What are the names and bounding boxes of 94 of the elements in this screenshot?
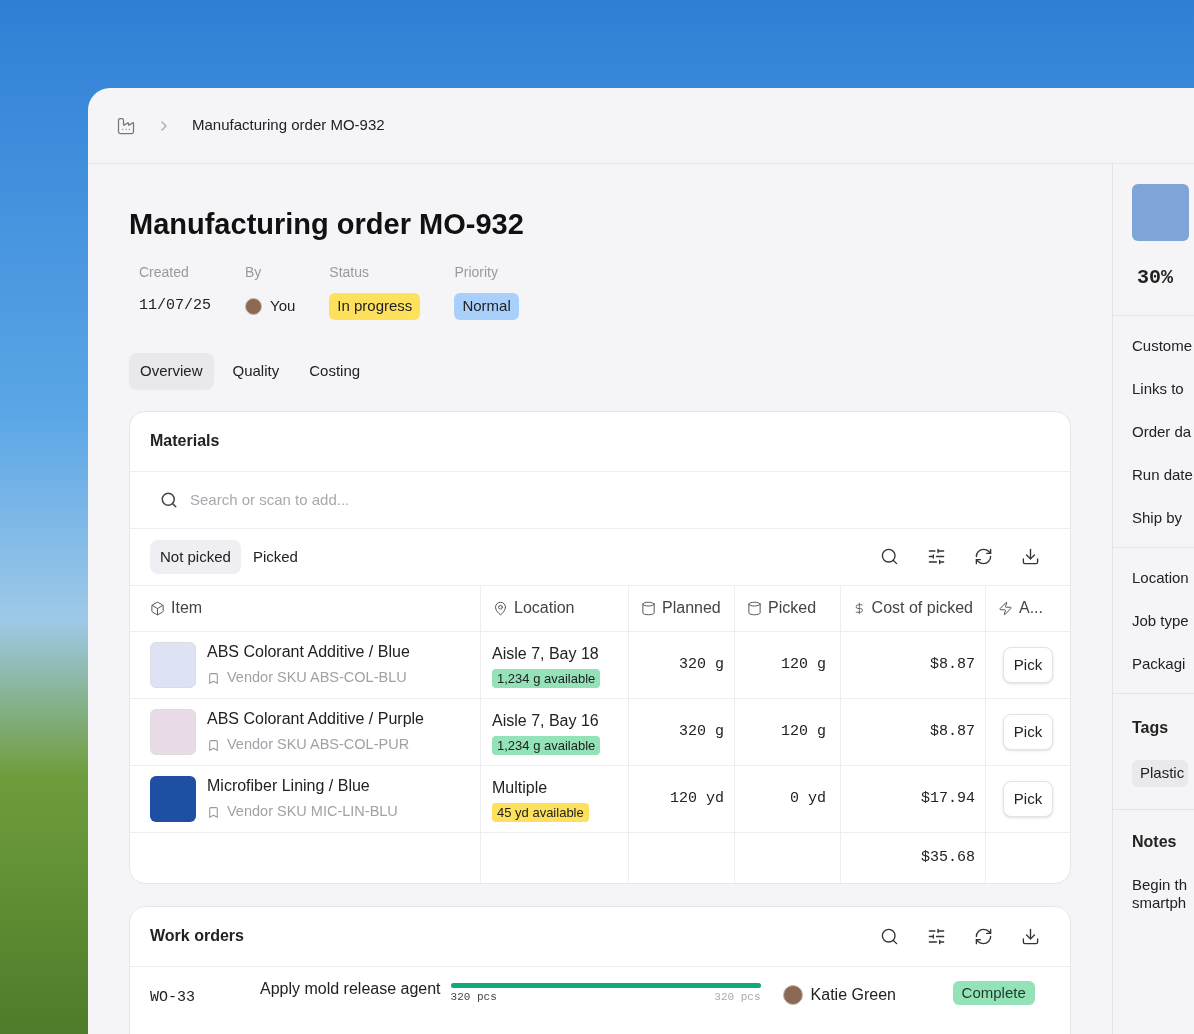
product-photo (150, 708, 196, 755)
note-text: Begin th (1132, 875, 1189, 895)
field-label: Custome (1132, 338, 1194, 353)
search-icon[interactable] (880, 547, 899, 567)
field-label: Order da (1132, 424, 1193, 439)
avatar (782, 984, 803, 1005)
status-badge: Normal (454, 293, 519, 320)
assignee-name: Katie Green (810, 984, 896, 1005)
filter-tab[interactable]: Not picked (150, 539, 241, 574)
availability-badge: 45 yd available (492, 802, 589, 822)
column-header: Planned (662, 598, 721, 619)
vendor-sku: Vendor SKU MIC-LIN-BLU (227, 802, 398, 822)
item-name: ABS Colorant Additive / Purple (207, 709, 424, 730)
cost-value: $17.94 (921, 788, 975, 809)
search-icon[interactable] (880, 926, 899, 946)
card-title: Materials (150, 431, 220, 452)
column-header: Cost of picked (871, 598, 973, 619)
pick-button[interactable]: Pick (1002, 780, 1054, 817)
tag: Plastic (1132, 760, 1189, 787)
meta-label: Created (139, 263, 190, 283)
planned-value: 120 yd (670, 788, 724, 809)
tab[interactable]: Overview (129, 353, 214, 390)
column-header: Picked (768, 598, 817, 619)
total-cost: $35.68 (921, 847, 975, 868)
breadcrumb-title: Manufacturing order MO-932 (192, 115, 385, 136)
product-photo (150, 775, 196, 822)
dollar-icon (853, 600, 866, 616)
vendor-sku: Vendor SKU ABS-COL-PUR (227, 735, 410, 755)
avatar (245, 297, 262, 315)
work-order-id: WO-33 (150, 987, 196, 1008)
planned-value: 320 g (679, 721, 724, 742)
section-title: Notes (1132, 831, 1178, 852)
field-label: Run date (1132, 467, 1194, 482)
cost-value: $8.87 (930, 721, 975, 742)
status-badge: In progress (329, 293, 421, 320)
field-label: Links to (1132, 381, 1185, 396)
factory-icon[interactable] (116, 115, 136, 136)
bookmark-icon (207, 671, 220, 685)
progress-target: 320 pcs (714, 989, 761, 1005)
note-text: smartph (1132, 894, 1188, 913)
planned-value: 320 g (679, 654, 724, 675)
bookmark-icon (207, 805, 220, 819)
field-label: Location (1132, 570, 1190, 585)
cube-icon (150, 600, 165, 616)
search-icon (160, 490, 178, 509)
card-title: Work orders (150, 926, 244, 947)
cost-value: $8.87 (930, 654, 975, 675)
field-label: Ship by (1132, 510, 1184, 525)
picked-value: 120 g (781, 654, 826, 675)
tab[interactable]: Quality (221, 353, 291, 390)
lightning-icon (998, 600, 1013, 616)
download-icon[interactable] (1021, 547, 1040, 567)
column-header: A... (1019, 598, 1043, 619)
section-title: Tags (1132, 718, 1170, 738)
page-title: Manufacturing order MO-932 (129, 207, 525, 242)
picked-value: 0 yd (790, 788, 826, 809)
cylinder-icon (641, 600, 656, 616)
search-field[interactable]: Search or scan to add... (190, 488, 1040, 511)
product-photo (1132, 184, 1189, 241)
location-text: Aisle 7, Bay 16 (492, 710, 599, 731)
location-text: Multiple (492, 777, 548, 798)
refresh-icon[interactable] (974, 926, 993, 946)
availability-badge: 1,234 g available (492, 735, 601, 755)
filter-tab[interactable]: Picked (242, 539, 308, 574)
field-label: Packagi (1132, 656, 1187, 671)
picked-value: 120 g (781, 721, 826, 742)
sliders-icon[interactable] (927, 926, 946, 946)
pick-button[interactable]: Pick (1002, 713, 1054, 750)
tab[interactable]: Costing (298, 353, 372, 390)
work-order-name: Apply mold release agent (260, 978, 441, 999)
meta-value: 11/07/25 (139, 296, 211, 316)
meta-label: Status (329, 263, 371, 283)
item-name: Microfiber Lining / Blue (207, 776, 371, 797)
meta-label: By (245, 263, 263, 283)
column-header: Item (171, 598, 203, 619)
sliders-icon[interactable] (927, 547, 946, 567)
meta-label: Priority (454, 263, 499, 283)
progress-percent: 30% (1136, 265, 1174, 291)
refresh-icon[interactable] (974, 547, 993, 567)
download-icon[interactable] (1021, 926, 1040, 946)
pick-button[interactable]: Pick (1002, 646, 1054, 683)
cylinder-icon (747, 600, 762, 616)
progress-done: 320 pcs (450, 989, 497, 1005)
location-text: Aisle 7, Bay 18 (492, 643, 599, 664)
item-name: ABS Colorant Additive / Blue (207, 642, 410, 663)
status-badge: Complete (952, 980, 1035, 1006)
map-pin-icon (493, 600, 508, 616)
meta-value: You (270, 296, 296, 316)
vendor-sku: Vendor SKU ABS-COL-BLU (227, 668, 407, 688)
bookmark-icon (207, 738, 220, 752)
column-header: Location (514, 598, 575, 619)
product-photo (150, 641, 196, 688)
availability-badge: 1,234 g available (492, 668, 601, 688)
field-label: Job type (1132, 613, 1190, 628)
